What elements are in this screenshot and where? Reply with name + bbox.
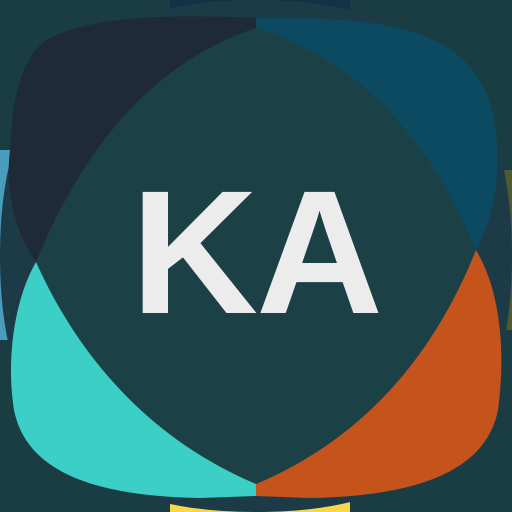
app-icon: KA [0, 0, 512, 512]
monogram-text: KA [130, 155, 383, 351]
